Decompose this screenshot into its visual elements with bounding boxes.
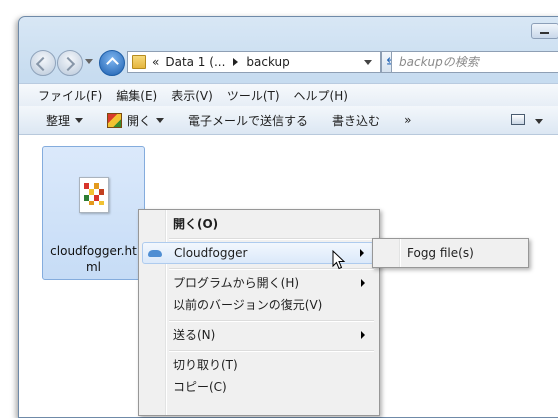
minimize-button[interactable]	[531, 23, 558, 39]
address-segment-backup[interactable]: backup	[246, 55, 289, 69]
more-button[interactable]: »	[392, 113, 423, 127]
chevron-down-icon	[156, 117, 165, 123]
ctx-copy-label: コピー(C)	[173, 380, 227, 394]
divider	[169, 350, 374, 352]
ctx-copy[interactable]: コピー(C)	[142, 376, 374, 398]
recent-pages-dropdown[interactable]	[85, 59, 93, 64]
submenu-arrow-icon	[361, 279, 365, 287]
ctx-restore-label: 以前のバージョンの復元(V)	[173, 298, 323, 312]
ctx-open-with[interactable]: プログラムから開く(H)	[142, 272, 374, 294]
email-button[interactable]: 電子メールで送信する	[176, 112, 320, 129]
file-item[interactable]: cloudfogger.html	[42, 146, 145, 280]
address-dropdown-icon[interactable]	[364, 60, 372, 65]
chevron-down-icon[interactable]	[535, 119, 543, 124]
address-segment-data1[interactable]: Data 1 (...	[165, 55, 225, 69]
chevron-down-icon	[75, 117, 84, 123]
ctx-cut-label: 切り取り(T)	[173, 358, 238, 372]
burn-button[interactable]: 書き込む	[320, 112, 392, 129]
menubar: ファイル(F) 編集(E) 表示(V) ツール(T) ヘルプ(H)	[19, 83, 558, 107]
address-overflow[interactable]: «	[152, 55, 159, 69]
menu-help[interactable]: ヘルプ(H)	[287, 87, 355, 104]
up-button[interactable]	[99, 50, 125, 76]
divider	[169, 238, 374, 240]
ctx-send-to-label: 送る(N)	[173, 328, 216, 342]
back-button[interactable]	[30, 50, 56, 76]
mouse-pointer-icon	[332, 249, 346, 270]
ctx-cloudfogger-label: Cloudfogger	[174, 246, 248, 260]
context-menu: 開く(O) Cloudfogger プログラムから開く(H) 以前のバージョンの…	[138, 209, 380, 416]
ctx-send-to[interactable]: 送る(N)	[142, 324, 374, 346]
organize-label: 整理	[46, 113, 71, 128]
open-label: 開く	[127, 113, 152, 128]
breadcrumb-arrow-icon[interactable]	[233, 58, 239, 66]
divider	[169, 320, 374, 322]
html-file-icon	[79, 177, 109, 213]
forward-button[interactable]	[57, 50, 83, 76]
menu-tools[interactable]: ツール(T)	[220, 87, 287, 104]
search-input[interactable]: backupの検索	[391, 51, 558, 73]
cloudfogger-submenu: Fogg file(s)	[372, 238, 529, 268]
submenu-fogg-files[interactable]: Fogg file(s)	[407, 243, 474, 263]
ctx-restore-versions[interactable]: 以前のバージョンの復元(V)	[142, 294, 374, 316]
address-bar[interactable]: « Data 1 (... backup	[127, 51, 381, 73]
ctx-open-label: 開く(O)	[173, 217, 219, 231]
menu-view[interactable]: 表示(V)	[164, 87, 220, 104]
ctx-open[interactable]: 開く(O)	[142, 213, 374, 235]
command-bar: 整理 開く 電子メールで送信する 書き込む »	[19, 106, 558, 135]
file-thumbnail-icon	[84, 183, 104, 205]
open-icon	[107, 112, 123, 128]
ctx-open-with-label: プログラムから開く(H)	[173, 276, 300, 290]
menu-file[interactable]: ファイル(F)	[19, 87, 109, 104]
open-button[interactable]: 開く	[95, 112, 176, 129]
organize-button[interactable]: 整理	[19, 112, 95, 129]
menu-edit[interactable]: 編集(E)	[109, 87, 164, 104]
file-name: cloudfogger.html	[50, 244, 137, 274]
cloud-icon	[148, 250, 162, 257]
ctx-cut[interactable]: 切り取り(T)	[142, 354, 374, 376]
view-options-icon[interactable]	[511, 114, 525, 125]
submenu-arrow-icon	[361, 331, 365, 339]
folder-icon	[132, 55, 146, 69]
submenu-arrow-icon	[360, 249, 364, 257]
